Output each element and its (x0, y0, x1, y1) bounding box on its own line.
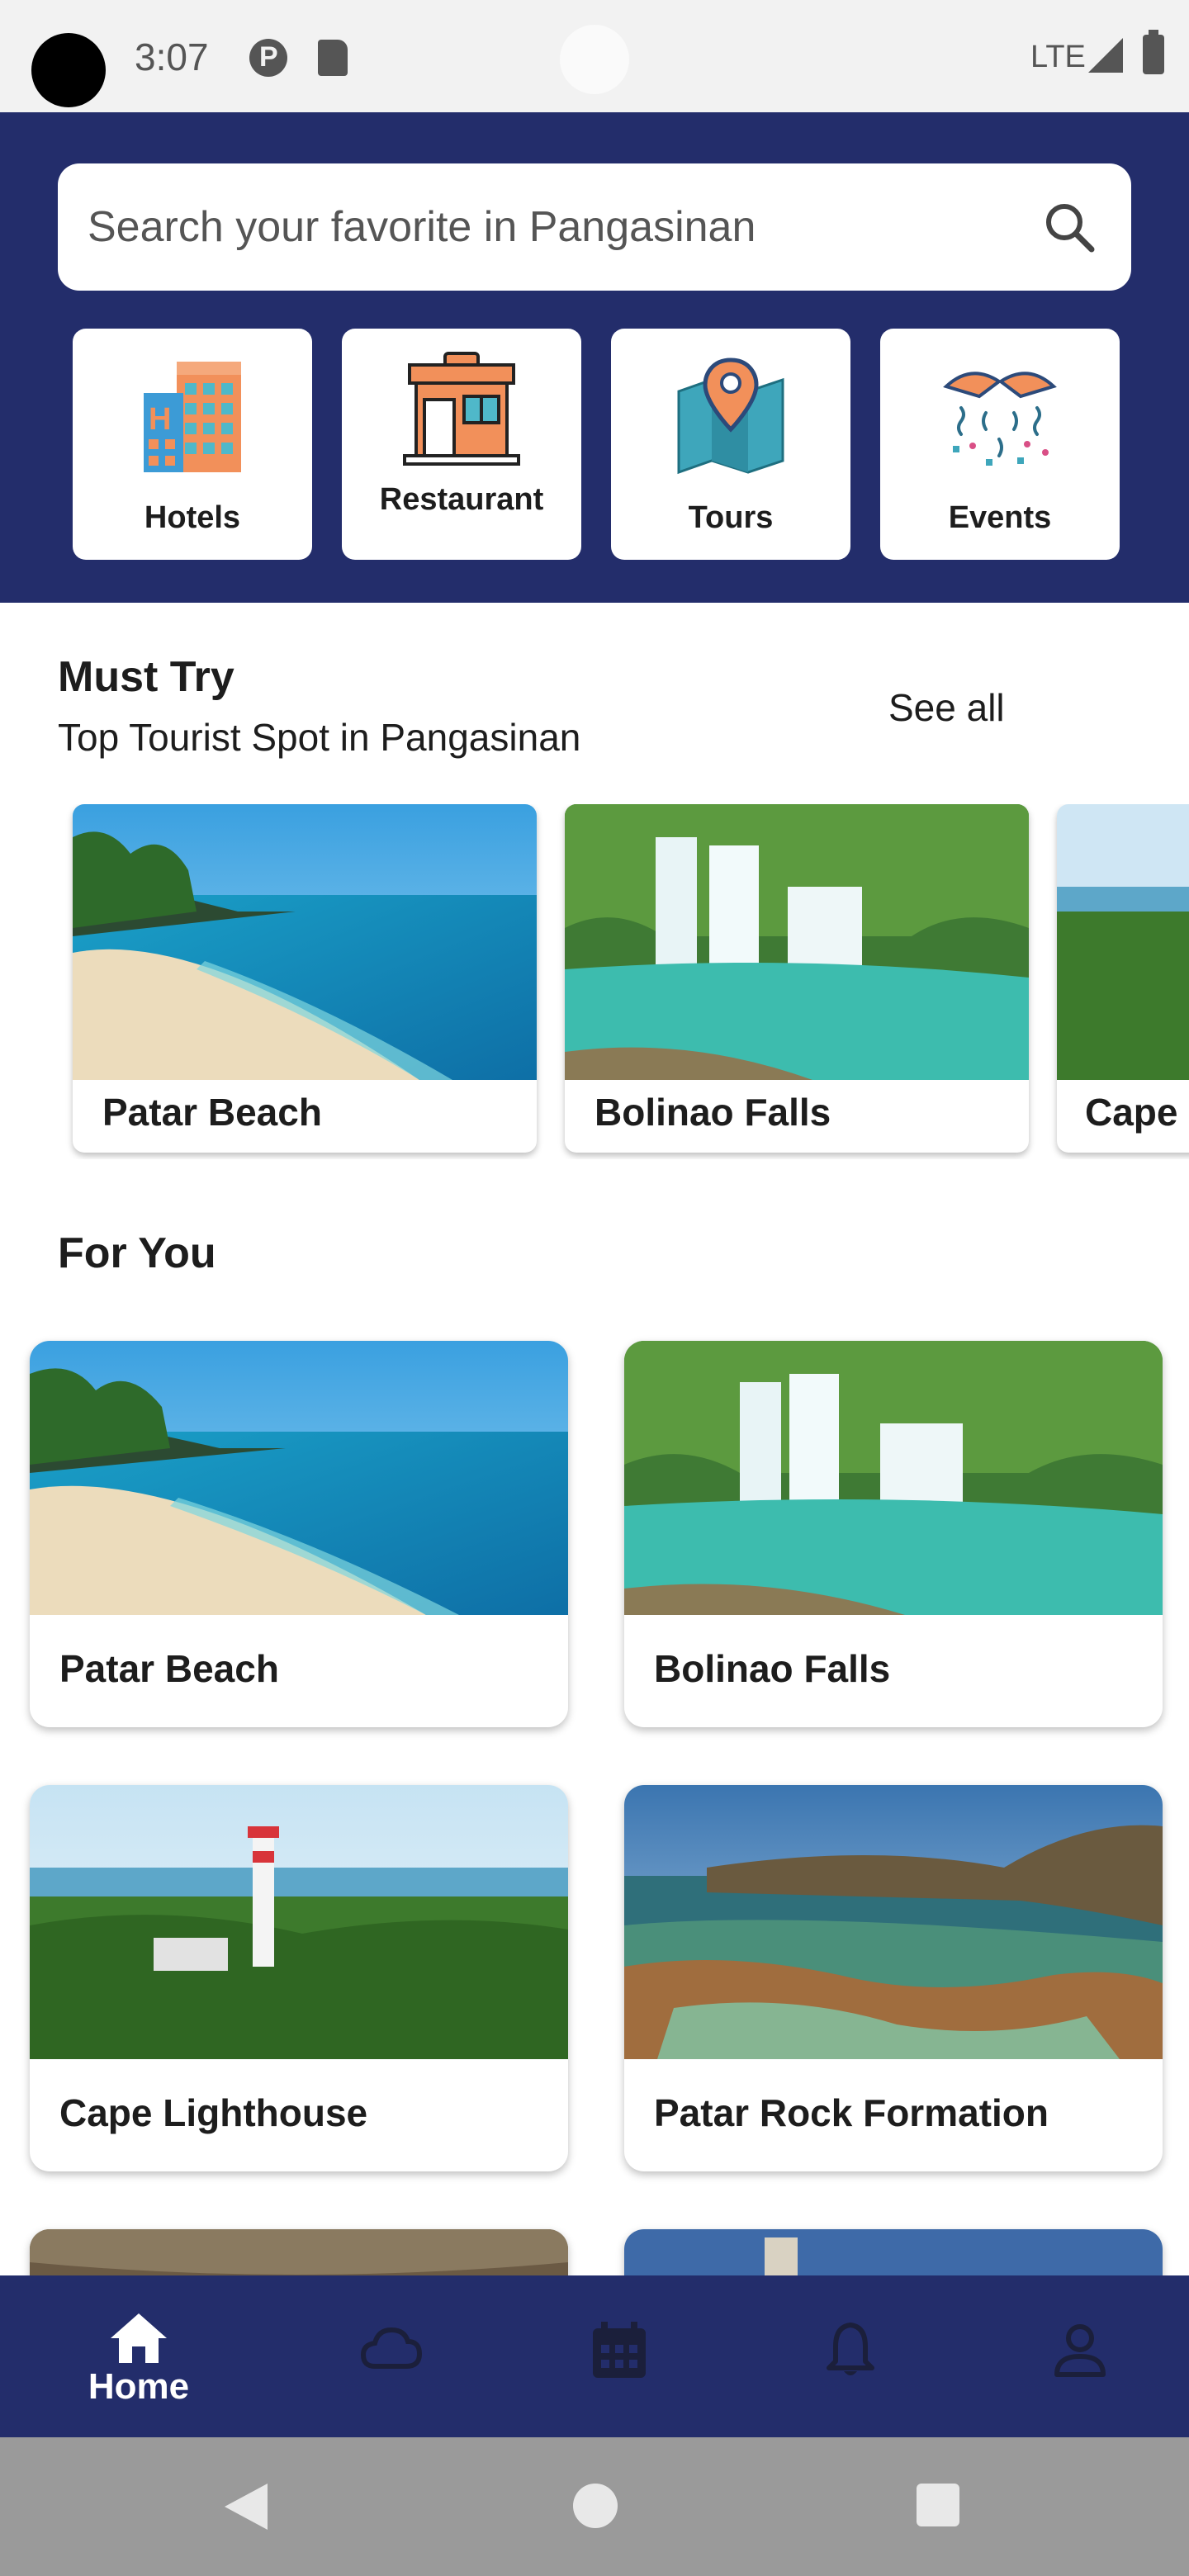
signal-icon (1088, 38, 1123, 73)
app-screen: 3:07 LTE (0, 0, 1189, 2576)
nav-calendar[interactable] (520, 2275, 718, 2437)
nav-notifications[interactable] (751, 2275, 950, 2437)
must-try-title: Must Try (58, 653, 234, 701)
svg-text:H: H (149, 402, 171, 437)
for-you-card[interactable]: Patar Beach (30, 1341, 568, 1727)
system-navigation-bar (0, 2437, 1189, 2576)
network-type: LTE (1030, 40, 1086, 74)
category-label: Tours (688, 500, 774, 535)
see-all-link[interactable]: See all (888, 685, 1005, 730)
restaurant-storefront-icon (403, 352, 520, 466)
for-you-title: For You (58, 1229, 216, 1277)
status-time: 3:07 (135, 36, 209, 78)
spot-label: Cape (1085, 1091, 1178, 1134)
camera-cutout (31, 33, 106, 107)
front-camera (560, 25, 629, 94)
category-tours[interactable]: Tours (611, 329, 850, 560)
category-label: Hotels (144, 500, 241, 535)
for-you-card[interactable]: Cape Lighthouse (30, 1785, 568, 2171)
sd-card-icon (318, 40, 348, 76)
must-try-carousel[interactable]: Patar Beach Bolinao Falls Cape (0, 804, 1189, 1159)
calendar-icon (593, 2322, 646, 2378)
nav-profile[interactable] (981, 2275, 1179, 2437)
hotel-building-icon: H (144, 362, 241, 472)
bottom-navigation: Home (0, 2275, 1189, 2437)
cloud-icon (360, 2327, 423, 2369)
category-label: Restaurant (379, 482, 544, 517)
bell-icon (827, 2323, 874, 2375)
header: H Hotels Restaurant (0, 112, 1189, 603)
status-bar: 3:07 LTE (0, 0, 1189, 112)
spot-label: Bolinao Falls (654, 1647, 891, 1690)
for-you-card[interactable]: Bolinao Falls (624, 1341, 1163, 1727)
search-input[interactable] (88, 163, 1029, 291)
must-try-card[interactable]: Patar Beach (73, 804, 537, 1153)
nav-home[interactable]: Home (40, 2275, 238, 2437)
must-try-subtitle: Top Tourist Spot in Pangasinan (58, 716, 581, 759)
battery-icon (1143, 30, 1164, 74)
must-try-card[interactable]: Cape (1057, 804, 1189, 1153)
back-icon[interactable] (225, 2484, 268, 2530)
notification-p-icon (249, 39, 287, 77)
map-pin-icon (677, 358, 784, 475)
category-label: Events (948, 500, 1052, 535)
for-you-card[interactable]: Patar Rock Formation (624, 1785, 1163, 2171)
nav-label: Home (88, 2366, 190, 2407)
waterfall-photo (565, 804, 1029, 1080)
waterfall-photo (624, 1341, 1163, 1615)
spot-label: Cape Lighthouse (59, 2091, 368, 2134)
spot-label: Patar Beach (102, 1091, 322, 1134)
home-circle-icon[interactable] (573, 2484, 618, 2528)
search-bar[interactable] (58, 163, 1131, 291)
spot-label: Patar Beach (59, 1647, 279, 1690)
confetti-party-icon (943, 372, 1057, 466)
beach-photo (73, 804, 537, 1080)
person-icon (1054, 2324, 1106, 2377)
search-icon[interactable] (1042, 200, 1097, 254)
rock-formation-photo (624, 1785, 1163, 2059)
category-hotels[interactable]: H Hotels (73, 329, 312, 560)
lighthouse-photo (1057, 804, 1189, 1080)
beach-photo (30, 1341, 568, 1615)
category-restaurant[interactable]: Restaurant (342, 329, 581, 560)
home-icon (111, 2313, 167, 2363)
spot-label: Bolinao Falls (594, 1091, 831, 1134)
lighthouse-photo (30, 1785, 568, 2059)
spot-label: Patar Rock Formation (654, 2091, 1049, 2134)
must-try-card[interactable]: Bolinao Falls (565, 804, 1029, 1153)
recent-apps-icon[interactable] (917, 2484, 959, 2526)
category-events[interactable]: Events (880, 329, 1120, 560)
nav-weather[interactable] (292, 2275, 490, 2437)
